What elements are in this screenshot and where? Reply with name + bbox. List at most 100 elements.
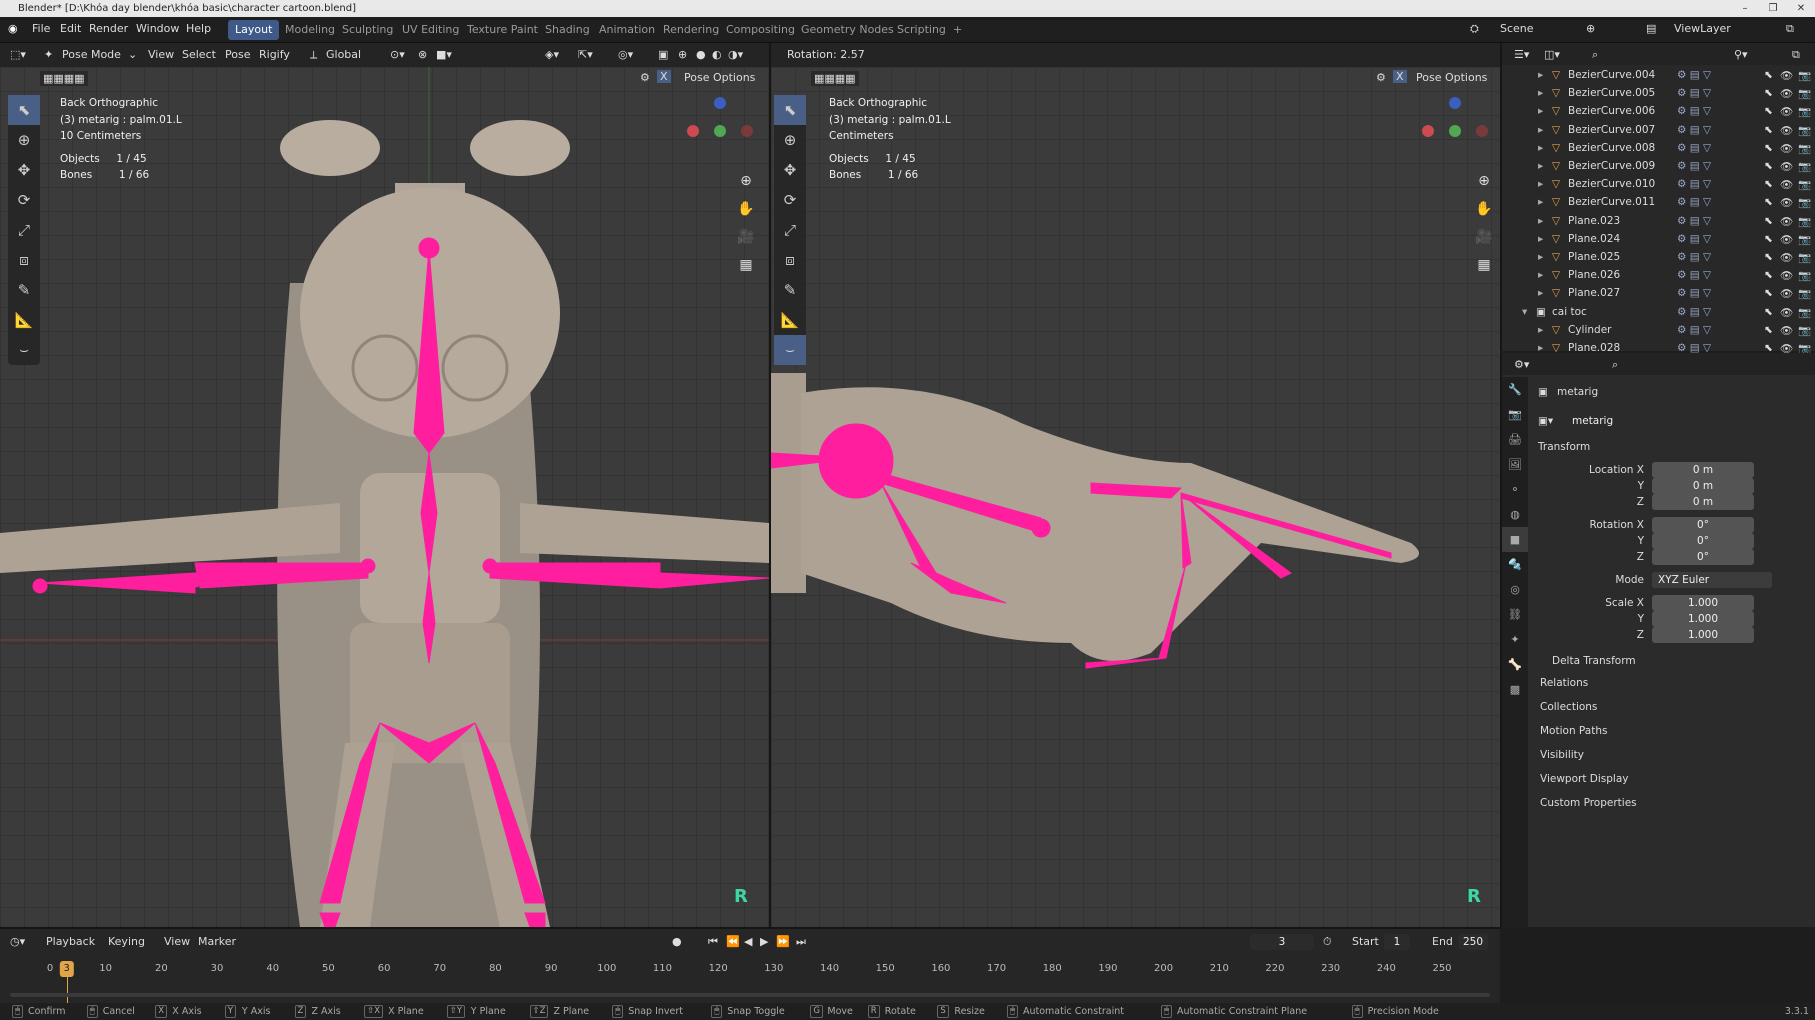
view-menu[interactable]: View: [164, 935, 190, 948]
editor-type-icon[interactable]: ☰▾: [1514, 48, 1529, 61]
camera-render-icon[interactable]: 📷: [1798, 124, 1811, 137]
outliner-row[interactable]: ▸ ▽ BezierCurve.004 ⚙ ▤ ▽ ⬉ 👁 📷: [1502, 69, 1815, 87]
object-tab-icon[interactable]: ■: [1502, 527, 1528, 552]
select-toggle-icon[interactable]: ⬉: [1764, 306, 1773, 318]
outliner-row[interactable]: ▾ ▣ cai toc ⚙ ▤ ▽ ⬉ 👁 📷: [1502, 306, 1815, 324]
select-toggle-icon[interactable]: ⬉: [1764, 215, 1773, 227]
camera-render-icon[interactable]: 📷: [1798, 105, 1811, 118]
eye-icon[interactable]: 👁: [1780, 178, 1793, 191]
menu-window[interactable]: Window: [136, 22, 179, 35]
new-collection-icon[interactable]: ⧉: [1792, 48, 1800, 62]
tab-geometry-nodes[interactable]: Geometry Nodes: [794, 20, 901, 40]
camera-icon[interactable]: 🎥: [1471, 223, 1497, 251]
stopwatch-icon[interactable]: ⏱: [1323, 935, 1332, 949]
physics-tab-icon[interactable]: ◎: [1502, 577, 1528, 602]
eye-icon[interactable]: 👁: [1780, 233, 1793, 246]
pan-hand-icon[interactable]: ✋: [733, 195, 759, 223]
select-toggle-icon[interactable]: ⬉: [1764, 233, 1773, 245]
outliner-row[interactable]: ▸ ▽ Plane.027 ⚙ ▤ ▽ ⬉ 👁 📷: [1502, 287, 1815, 305]
viewlayer-selector[interactable]: ViewLayer: [1674, 22, 1731, 35]
select-toggle-icon[interactable]: ⬉: [1764, 142, 1773, 154]
bone-tab-icon[interactable]: 🦴: [1502, 652, 1528, 677]
hand-closeup[interactable]: [771, 43, 1500, 927]
marker-menu[interactable]: Marker: [198, 935, 236, 948]
camera-render-icon[interactable]: 📷: [1798, 196, 1811, 209]
relations-section[interactable]: Relations: [1540, 677, 1588, 689]
grid-view-icon[interactable]: ▦: [1471, 251, 1497, 279]
disclosure-icon[interactable]: ▸: [1538, 215, 1543, 227]
disclosure-icon[interactable]: ▸: [1538, 105, 1543, 117]
outliner-item-name[interactable]: Cylinder: [1568, 324, 1611, 336]
playback-menu[interactable]: Playback: [46, 935, 95, 948]
visibility-section[interactable]: Visibility: [1540, 749, 1584, 761]
constraint-tab-icon[interactable]: ⛓: [1502, 602, 1528, 627]
location-y-field[interactable]: 0 m: [1652, 478, 1754, 494]
tab-uv-editing[interactable]: UV Editing: [395, 20, 466, 40]
disclosure-icon[interactable]: ▸: [1538, 124, 1543, 136]
tool-tab-icon[interactable]: 🔧: [1502, 377, 1528, 402]
delta-transform-section[interactable]: Delta Transform: [1552, 655, 1636, 667]
blender-logo-icon[interactable]: ◉: [8, 22, 18, 35]
outliner-item-name[interactable]: Plane.027: [1568, 287, 1620, 299]
outliner-item-name[interactable]: BezierCurve.006: [1568, 105, 1655, 117]
editor-type-icon[interactable]: ◷▾: [10, 935, 25, 948]
disclosure-icon[interactable]: ▸: [1538, 178, 1543, 190]
menu-render[interactable]: Render: [89, 22, 128, 35]
close-icon[interactable]: ✕: [1787, 0, 1815, 17]
left-3d-viewport[interactable]: ⬚▾ ✦ Pose Mode ⌄ View Select Pose Rigify…: [0, 43, 769, 927]
minimize-icon[interactable]: –: [1731, 0, 1759, 17]
tab-layout[interactable]: Layout: [228, 20, 280, 40]
new-viewlayer-icon[interactable]: ⧉: [1786, 22, 1794, 36]
right-3d-viewport[interactable]: Rotation: 2.57 ▦▦▦▦ ⚙ X Pose Options Bac…: [771, 43, 1500, 927]
eye-icon[interactable]: 👁: [1780, 69, 1793, 82]
search-icon[interactable]: ⌕: [1612, 358, 1618, 372]
outliner-row[interactable]: ▸ ▽ BezierCurve.006 ⚙ ▤ ▽ ⬉ 👁 📷: [1502, 105, 1815, 123]
current-frame-field[interactable]: 3: [1250, 934, 1314, 950]
camera-render-icon[interactable]: 📷: [1798, 324, 1811, 337]
eye-icon[interactable]: 👁: [1780, 215, 1793, 228]
menu-help[interactable]: Help: [186, 22, 211, 35]
outliner-row[interactable]: ▸ ▽ BezierCurve.005 ⚙ ▤ ▽ ⬉ 👁 📷: [1502, 87, 1815, 105]
scene-tab-icon[interactable]: ⚬: [1502, 477, 1528, 502]
outliner-row[interactable]: ▸ ▽ BezierCurve.008 ⚙ ▤ ▽ ⬉ 👁 📷: [1502, 142, 1815, 160]
object-data-icon[interactable]: ▣▾: [1538, 415, 1553, 427]
eye-icon[interactable]: 👁: [1780, 306, 1793, 319]
transform-section[interactable]: Transform: [1538, 441, 1590, 453]
outliner-item-name[interactable]: BezierCurve.004: [1568, 69, 1655, 81]
camera-render-icon[interactable]: 📷: [1798, 69, 1811, 82]
camera-render-icon[interactable]: 📷: [1798, 269, 1811, 282]
location-z-field[interactable]: 0 m: [1652, 494, 1754, 510]
select-toggle-icon[interactable]: ⬉: [1764, 178, 1773, 190]
editor-type-icon[interactable]: ⚙▾: [1514, 358, 1529, 371]
outliner-item-name[interactable]: cai toc: [1552, 306, 1587, 318]
select-toggle-icon[interactable]: ⬉: [1764, 124, 1773, 136]
outliner-item-name[interactable]: Plane.026: [1568, 269, 1620, 281]
eye-icon[interactable]: 👁: [1780, 87, 1793, 100]
display-mode-icon[interactable]: ◫▾: [1544, 48, 1560, 61]
camera-icon[interactable]: 🎥: [733, 223, 759, 251]
timeline-scrollbar[interactable]: [10, 993, 1490, 997]
collections-section[interactable]: Collections: [1540, 701, 1597, 713]
outliner-item-name[interactable]: BezierCurve.009: [1568, 160, 1655, 172]
armature-tab-icon[interactable]: ✦: [1502, 627, 1528, 652]
pin-icon[interactable]: ⊕: [1586, 22, 1595, 35]
texture-tab-icon[interactable]: ▩: [1502, 677, 1528, 702]
zoom-icon[interactable]: ⊕: [733, 167, 759, 195]
tab-animation[interactable]: Animation: [592, 20, 662, 40]
disclosure-icon[interactable]: ▸: [1538, 196, 1543, 208]
scale-z-field[interactable]: 1.000: [1652, 627, 1754, 643]
select-toggle-icon[interactable]: ⬉: [1764, 324, 1773, 336]
viewport-display-section[interactable]: Viewport Display: [1540, 773, 1628, 785]
select-toggle-icon[interactable]: ⬉: [1764, 251, 1773, 263]
zoom-icon[interactable]: ⊕: [1471, 167, 1497, 195]
outliner-item-name[interactable]: Plane.023: [1568, 215, 1620, 227]
record-icon[interactable]: ●: [672, 935, 682, 948]
eye-icon[interactable]: 👁: [1780, 196, 1793, 209]
disclosure-icon[interactable]: ▸: [1538, 160, 1543, 172]
outliner-row[interactable]: ▸ ▽ Plane.023 ⚙ ▤ ▽ ⬉ 👁 📷: [1502, 215, 1815, 233]
select-toggle-icon[interactable]: ⬉: [1764, 196, 1773, 208]
tab-rendering[interactable]: Rendering: [656, 20, 726, 40]
disclosure-icon[interactable]: ▾: [1522, 306, 1527, 318]
eye-icon[interactable]: 👁: [1780, 124, 1793, 137]
outliner-row[interactable]: ▸ ▽ BezierCurve.010 ⚙ ▤ ▽ ⬉ 👁 📷: [1502, 178, 1815, 196]
